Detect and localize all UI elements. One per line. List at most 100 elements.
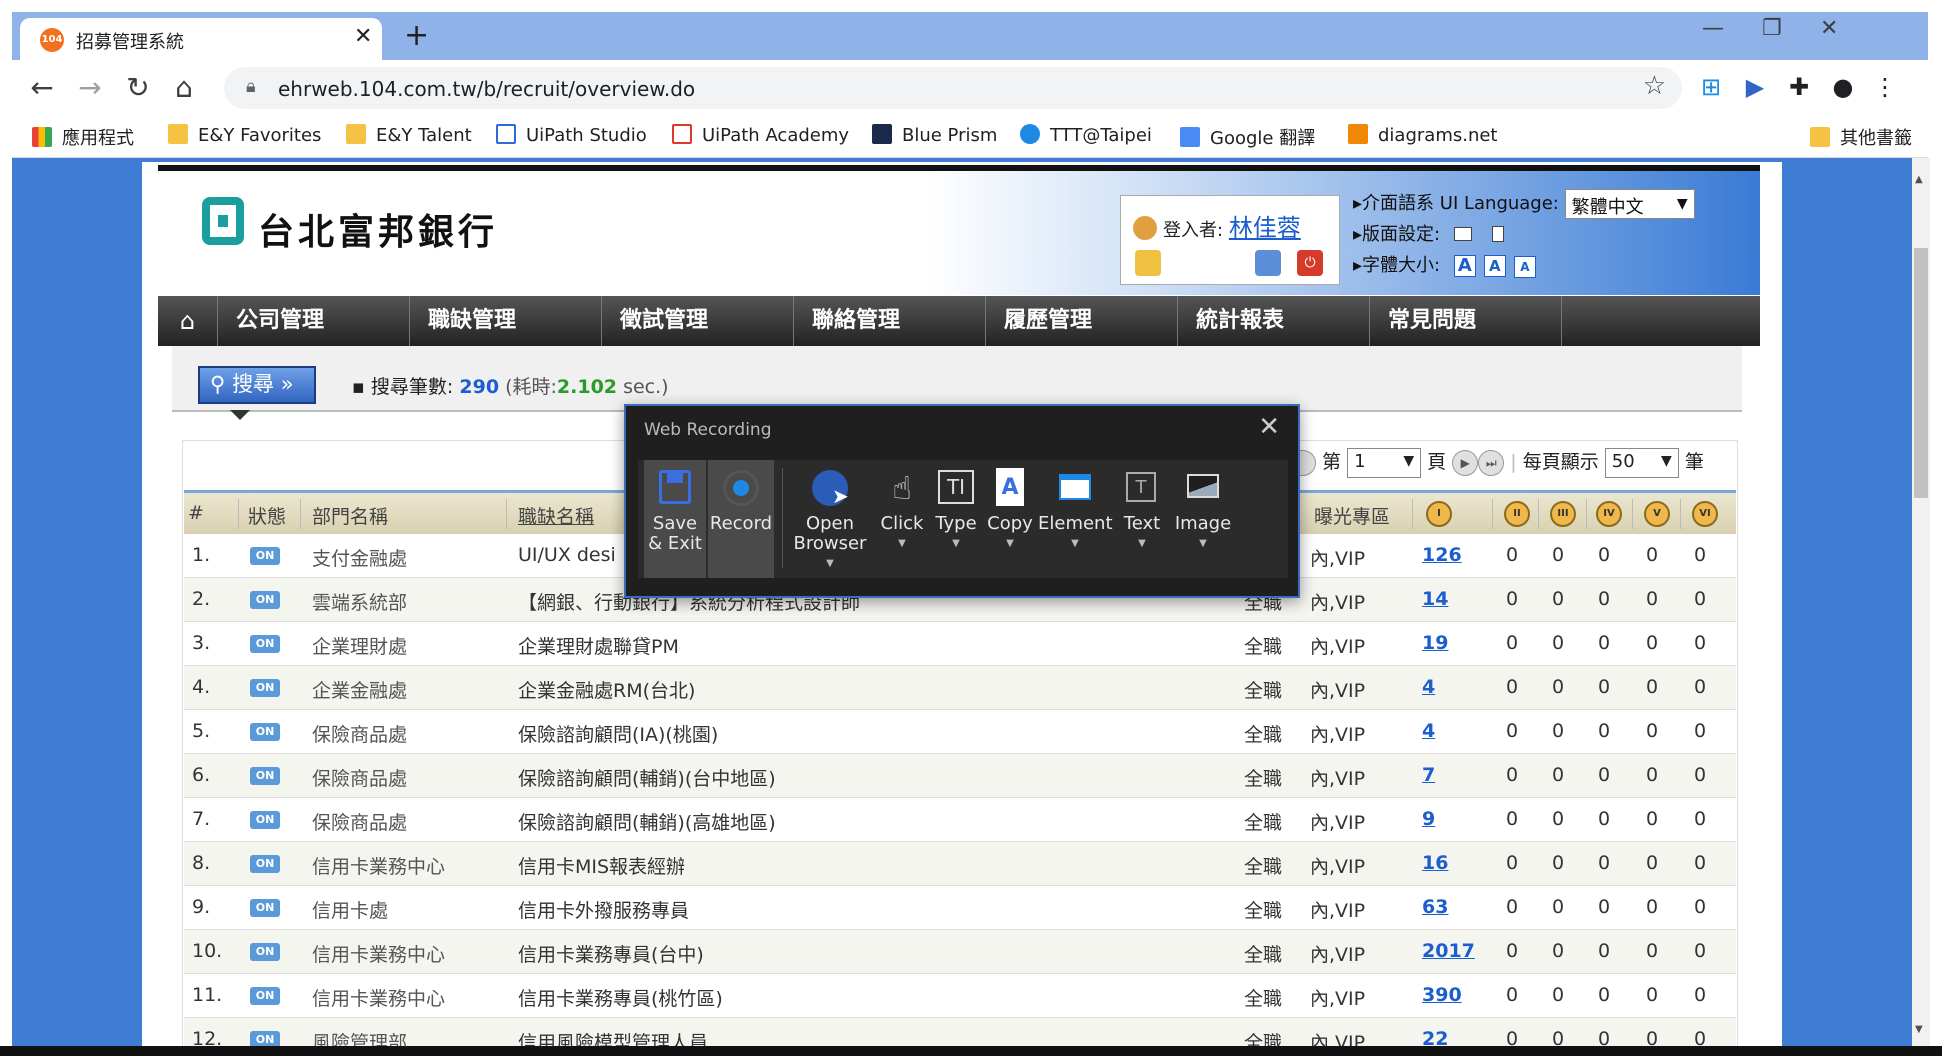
bookmark-uipath-studio[interactable]: UiPath Studio [496,124,647,146]
nav-reports[interactable]: 統計報表 [1178,296,1370,346]
nav-jobs[interactable]: 職缺管理 [410,296,602,346]
cell-count[interactable]: 63 [1422,896,1448,918]
last-page-icon[interactable]: ⏭ [1478,449,1505,476]
font-small-icon[interactable]: A [1513,256,1536,278]
browser-tab[interactable]: 104 招募管理系統 ✕ [20,18,382,60]
bookmark-other[interactable]: 其他書籤 [1810,124,1912,150]
font-large-icon[interactable]: A [1453,255,1476,277]
window-close-icon[interactable]: ✕ [1820,16,1838,41]
status-badge[interactable]: ON [250,635,280,653]
menu-kebab-icon[interactable]: ⋮ [1868,70,1902,104]
play-extension-icon[interactable]: ▶ [1738,70,1772,104]
minimize-icon[interactable]: — [1702,16,1724,41]
search-button[interactable]: ⚲ 搜尋 » [198,366,316,404]
search-time-suffix: sec.) [623,376,669,398]
bookmark-ttt-taipei[interactable]: TTT@Taipei [1020,124,1152,146]
cell-count[interactable]: 126 [1422,544,1462,566]
scrollbar[interactable]: ▲ ▼ [1912,158,1930,1056]
page-select[interactable]: 1 ▼ [1347,447,1422,478]
cell-count[interactable]: 4 [1422,676,1435,698]
profile-icon[interactable]: ● [1826,70,1860,104]
nav-faq[interactable]: 常見問題 [1370,296,1562,346]
tab-close-icon[interactable]: ✕ [354,24,372,49]
cell-job: 企業理財處聯貸PM [518,636,679,658]
restore-icon[interactable]: ❐ [1762,16,1782,41]
extensions-puzzle-icon[interactable]: ✚ [1782,70,1816,104]
nav-home-icon[interactable]: ⌂ [158,296,218,346]
save-exit-button[interactable]: Save & Exit [644,460,706,578]
cell-count[interactable]: 4 [1422,720,1435,742]
next-page-icon[interactable]: ▶ [1452,449,1479,476]
record-button[interactable]: Record [708,460,774,578]
logout-icon[interactable]: ⏻ [1297,250,1323,276]
cell-count[interactable]: 390 [1422,984,1462,1006]
reload-icon[interactable]: ↻ [120,70,156,106]
scroll-up-icon[interactable]: ▲ [1915,174,1923,185]
applicant-icon: III [1550,501,1576,527]
address-bar[interactable]: 🔒︎ ehrweb.104.com.tw/b/recruit/overview.… [224,67,1682,109]
language-select[interactable]: 繁體中文 ▼ [1564,189,1695,219]
header-job[interactable]: 職缺名稱 [518,502,594,529]
cell-count[interactable]: 14 [1422,588,1448,610]
forward-icon[interactable]: → [72,70,108,106]
status-badge[interactable]: ON [250,767,280,785]
type-button[interactable]: TI Type ▼ [930,460,982,578]
onedrive-icon [1020,124,1040,144]
toolbar-separator [782,468,783,568]
windows-extension-icon[interactable]: ⊞ [1694,70,1728,104]
bookmark-ey-talent[interactable]: E&Y Talent [346,124,472,146]
bookmark-uipath-academy[interactable]: UiPath Academy [672,124,849,146]
cell-count[interactable]: 19 [1422,632,1448,654]
font-medium-icon[interactable]: A [1483,255,1506,277]
status-badge[interactable]: ON [250,679,280,697]
wide-layout-icon[interactable] [1453,227,1472,241]
status-badge[interactable]: ON [250,855,280,873]
per-page-select[interactable]: 50 ▼ [1604,447,1679,478]
new-tab-icon[interactable]: + [404,18,429,53]
user-name-link[interactable]: 林佳蓉 [1229,214,1301,242]
cell-c5: 0 [1646,940,1659,962]
open-browser-button[interactable]: ➤ Open Browser ▼ [790,460,870,578]
status-badge[interactable]: ON [250,899,280,917]
cell-count[interactable]: 9 [1422,808,1435,830]
nav-resumes[interactable]: 履歷管理 [986,296,1178,346]
back-icon[interactable]: ← [24,70,60,106]
cell-job: 企業金融處RM(台北) [518,680,696,702]
bookmark-blue-prism[interactable]: Blue Prism [872,124,997,146]
bookmark-diagrams[interactable]: diagrams.net [1348,124,1498,146]
copy-button[interactable]: A Copy ▼ [984,460,1036,578]
cell-count[interactable]: 16 [1422,852,1448,874]
status-badge[interactable]: ON [250,591,280,609]
close-icon[interactable]: ✕ [1258,412,1280,442]
status-badge[interactable]: ON [250,547,280,565]
scroll-down-icon[interactable]: ▼ [1915,1024,1923,1035]
home-page-icon[interactable] [1255,250,1281,276]
search-toggle-triangle[interactable] [230,410,250,420]
cell-count[interactable]: 7 [1422,764,1435,786]
bookmark-apps[interactable]: 應用程式 [32,124,134,150]
status-badge[interactable]: ON [250,723,280,741]
table-row: ON 6. 保險商品處 保險諮詢顧問(輔銷)(台中地區) 全職 內,VIP 7 0 0 0 0 0 [184,754,1736,798]
unlock-icon[interactable] [1135,250,1161,276]
nav-company[interactable]: 公司管理 [218,296,410,346]
table-row: ON 4. 企業金融處 企業金融處RM(台北) 全職 內,VIP 4 0 0 0 0 0 [184,666,1736,710]
narrow-layout-icon[interactable] [1491,226,1504,242]
status-badge[interactable]: ON [250,987,280,1005]
home-icon[interactable]: ⌂ [166,70,202,106]
cell-exposure: 內,VIP [1310,592,1366,614]
cell-count[interactable]: 2017 [1422,940,1475,962]
click-button[interactable]: ☝ Click ▼ [876,460,928,578]
nav-interviews[interactable]: 徵試管理 [602,296,794,346]
image-button[interactable]: Image ▼ [1172,460,1234,578]
cell-dept: 保險商品處 [312,768,408,790]
text-button[interactable]: T Text ▼ [1116,460,1168,578]
bookmark-google-translate[interactable]: Google 翻譯 [1180,124,1315,150]
status-badge[interactable]: ON [250,943,280,961]
status-badge[interactable]: ON [250,811,280,829]
nav-contacts[interactable]: 聯絡管理 [794,296,986,346]
bookmark-ey-favorites[interactable]: E&Y Favorites [168,124,321,146]
web-recording-dialog: Web Recording ✕ Save & Exit Record ➤ Ope… [624,404,1300,598]
scrollbar-thumb[interactable] [1914,248,1928,498]
bookmark-star-icon[interactable]: ☆ [1643,71,1666,101]
element-button[interactable]: Element ▼ [1038,460,1113,578]
